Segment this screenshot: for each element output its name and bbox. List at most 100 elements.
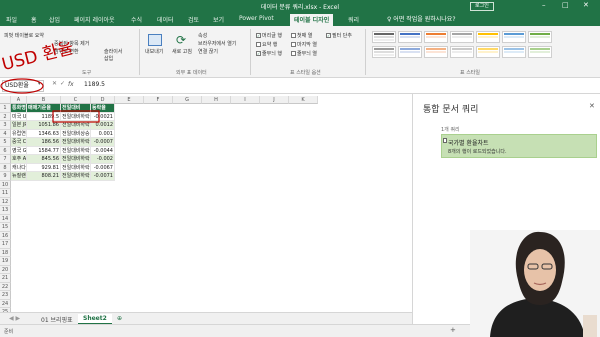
table-cell[interactable]: -0.002 bbox=[91, 155, 115, 164]
tab-view[interactable]: 보기 bbox=[213, 15, 224, 24]
row-header[interactable]: 6 bbox=[0, 146, 11, 155]
tab-power-pivot[interactable]: Power Pivot bbox=[239, 15, 274, 22]
row-header[interactable]: 11 bbox=[0, 189, 11, 198]
tab-review[interactable]: 검토 bbox=[188, 15, 199, 24]
refresh-button[interactable]: 새로 고침 bbox=[172, 48, 192, 55]
table-cell[interactable]: 1584.77 bbox=[27, 146, 61, 155]
row-header[interactable]: 8 bbox=[0, 163, 11, 172]
table-cell[interactable]: 전일대비하락6.23 bbox=[61, 163, 91, 172]
row-header[interactable]: 12 bbox=[0, 197, 11, 206]
maximize-icon[interactable]: □ bbox=[562, 1, 569, 9]
table-cell[interactable]: 영국 GBP bbox=[11, 146, 27, 155]
export-icon[interactable] bbox=[148, 34, 162, 46]
table-cell[interactable]: 1346.63 bbox=[27, 129, 61, 138]
close-icon[interactable]: ✕ bbox=[589, 102, 595, 110]
table-style-swatch[interactable] bbox=[372, 46, 396, 58]
table-style-swatch[interactable] bbox=[372, 31, 396, 43]
table-style-swatch[interactable] bbox=[528, 31, 552, 43]
column-header-d[interactable]: D bbox=[91, 96, 115, 104]
row-header[interactable]: 13 bbox=[0, 206, 11, 215]
column-header-c[interactable]: C bbox=[61, 96, 91, 104]
minimize-icon[interactable]: – bbox=[542, 1, 546, 9]
unlink-button[interactable]: 연결 끊기 bbox=[198, 48, 218, 55]
table-style-swatch[interactable] bbox=[476, 46, 500, 58]
table-cell[interactable]: 808.21 bbox=[27, 172, 61, 181]
table-cell[interactable]: 미국 USD bbox=[11, 112, 27, 121]
table-style-swatch[interactable] bbox=[528, 46, 552, 58]
table-cell[interactable]: 전일대비하락7.03 bbox=[61, 146, 91, 155]
tab-home[interactable]: 홈 bbox=[31, 15, 37, 24]
close-icon[interactable]: ✕ bbox=[583, 1, 589, 9]
table-cell[interactable]: -0.0007 bbox=[91, 138, 115, 147]
column-header-h[interactable]: H bbox=[202, 96, 231, 104]
tab-table-design[interactable]: 테이블 디자인 bbox=[290, 14, 334, 26]
select-all-corner[interactable] bbox=[0, 96, 11, 104]
table-style-swatch[interactable] bbox=[450, 46, 474, 58]
row-header[interactable]: 19 bbox=[0, 257, 11, 266]
tab-data[interactable]: 데이터 bbox=[157, 15, 174, 24]
row-header[interactable]: 15 bbox=[0, 223, 11, 232]
row-header[interactable]: 3 bbox=[0, 121, 11, 130]
table-style-swatch[interactable] bbox=[476, 31, 500, 43]
enter-icon[interactable]: ✓ bbox=[60, 80, 65, 87]
zoom-in-icon[interactable]: + bbox=[450, 326, 456, 334]
table-header-cell[interactable]: 통화명 bbox=[11, 104, 27, 113]
row-header[interactable]: 24 bbox=[0, 299, 11, 308]
column-header-i[interactable]: I bbox=[231, 96, 260, 104]
column-header-a[interactable]: A bbox=[11, 96, 27, 104]
table-style-swatch[interactable] bbox=[450, 31, 474, 43]
table-cell[interactable]: 845.56 bbox=[27, 155, 61, 164]
row-header[interactable]: 1 bbox=[0, 104, 11, 113]
table-style-swatch[interactable] bbox=[424, 31, 448, 43]
row-header[interactable]: 20 bbox=[0, 265, 11, 274]
column-header-f[interactable]: F bbox=[144, 96, 173, 104]
table-cell[interactable]: 186.56 bbox=[27, 138, 61, 147]
row-header[interactable]: 23 bbox=[0, 291, 11, 300]
table-cell[interactable]: -0.0067 bbox=[91, 163, 115, 172]
table-style-swatch[interactable] bbox=[398, 31, 422, 43]
table-cell[interactable]: 뉴질랜드 NZD bbox=[11, 172, 27, 181]
table-cell[interactable]: 일본 JPY 100 bbox=[11, 121, 27, 130]
row-header[interactable]: 10 bbox=[0, 180, 11, 189]
table-cell[interactable]: 전일대비하락0.14 bbox=[61, 138, 91, 147]
insert-function-icon[interactable]: fx bbox=[68, 81, 74, 88]
export-button[interactable]: 내보내기 bbox=[145, 48, 163, 55]
row-header[interactable]: 22 bbox=[0, 282, 11, 291]
tab-insert[interactable]: 삽입 bbox=[49, 15, 60, 24]
row-header[interactable]: 9 bbox=[0, 172, 11, 181]
column-header-g[interactable]: G bbox=[173, 96, 202, 104]
table-cell[interactable]: 929.81 bbox=[27, 163, 61, 172]
row-header[interactable]: 21 bbox=[0, 274, 11, 283]
banded-rows-checkbox[interactable]: ✓ 줄무늬 행 bbox=[256, 50, 282, 57]
first-column-checkbox[interactable]: 첫째 열 bbox=[291, 32, 312, 39]
table-cell[interactable]: 중국 CNY bbox=[11, 138, 27, 147]
add-sheet-icon[interactable]: ⊕ bbox=[112, 314, 127, 323]
properties-button[interactable]: 속성 bbox=[198, 32, 207, 39]
row-header[interactable]: 2 bbox=[0, 112, 11, 121]
table-style-swatch[interactable] bbox=[398, 46, 422, 58]
banded-columns-checkbox[interactable]: 줄무늬 열 bbox=[291, 50, 317, 57]
row-header[interactable]: 16 bbox=[0, 231, 11, 240]
table-cell[interactable]: 유럽연합 EUR bbox=[11, 129, 27, 138]
query-list-item[interactable]: 국가별 환율차트 8개의 행이 로드되었습니다. bbox=[441, 134, 597, 158]
table-cell[interactable]: -0.0071 bbox=[91, 172, 115, 181]
last-column-checkbox[interactable]: 마지막 열 bbox=[291, 41, 317, 48]
table-cell[interactable]: 캐나다 CAD bbox=[11, 163, 27, 172]
worksheet-grid[interactable]: ABCDEFGHIJK 1 2 3 4 5 6 7 8 9 10 11 12 13 14 15 16 17 18 1… bbox=[0, 96, 412, 317]
sheet-nav-arrows[interactable]: ◀ ▶ bbox=[4, 314, 25, 323]
table-cell[interactable]: 전일대비상승1.40 bbox=[61, 129, 91, 138]
formula-input[interactable]: 1189.5 bbox=[84, 81, 105, 88]
column-header-j[interactable]: J bbox=[260, 96, 289, 104]
table-cell[interactable]: 전일대비하락5.75 bbox=[61, 172, 91, 181]
row-header[interactable]: 4 bbox=[0, 129, 11, 138]
row-header[interactable]: 14 bbox=[0, 214, 11, 223]
table-style-swatch[interactable] bbox=[502, 46, 526, 58]
refresh-icon[interactable]: ⟳ bbox=[176, 33, 186, 47]
cancel-icon[interactable]: ✕ bbox=[52, 80, 57, 87]
table-style-swatch[interactable] bbox=[502, 31, 526, 43]
column-header-e[interactable]: E bbox=[115, 96, 144, 104]
table-cell[interactable]: 0.001 bbox=[91, 129, 115, 138]
table-cell[interactable]: 전일대비하락1.66 bbox=[61, 155, 91, 164]
row-header[interactable]: 18 bbox=[0, 248, 11, 257]
tab-file[interactable]: 파일 bbox=[6, 15, 17, 24]
